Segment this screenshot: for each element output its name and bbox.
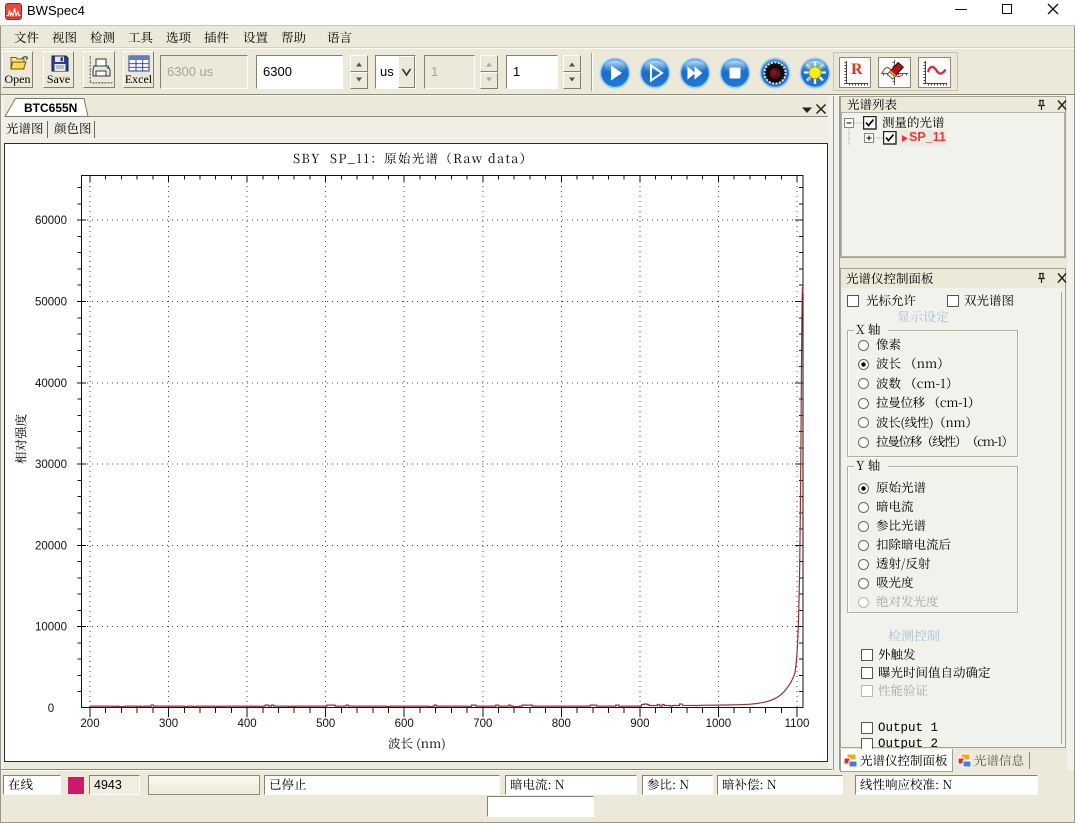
svg-text:800: 800 — [552, 718, 571, 730]
svg-text:600: 600 — [395, 718, 414, 730]
svg-text:10000: 10000 — [35, 622, 67, 634]
svg-text:40000: 40000 — [35, 378, 67, 390]
svg-text:200: 200 — [80, 718, 99, 730]
svg-text:30000: 30000 — [35, 459, 67, 471]
svg-text:1000: 1000 — [706, 718, 732, 730]
svg-text:500: 500 — [316, 718, 335, 730]
svg-text:50000: 50000 — [35, 297, 67, 309]
svg-text:1100: 1100 — [785, 718, 810, 730]
svg-text:60000: 60000 — [35, 215, 67, 227]
svg-text:0: 0 — [48, 703, 54, 715]
svg-text:700: 700 — [473, 718, 492, 730]
svg-text:20000: 20000 — [35, 540, 67, 552]
svg-text:300: 300 — [159, 718, 178, 730]
svg-text:400: 400 — [238, 718, 257, 730]
svg-text:900: 900 — [630, 718, 649, 730]
